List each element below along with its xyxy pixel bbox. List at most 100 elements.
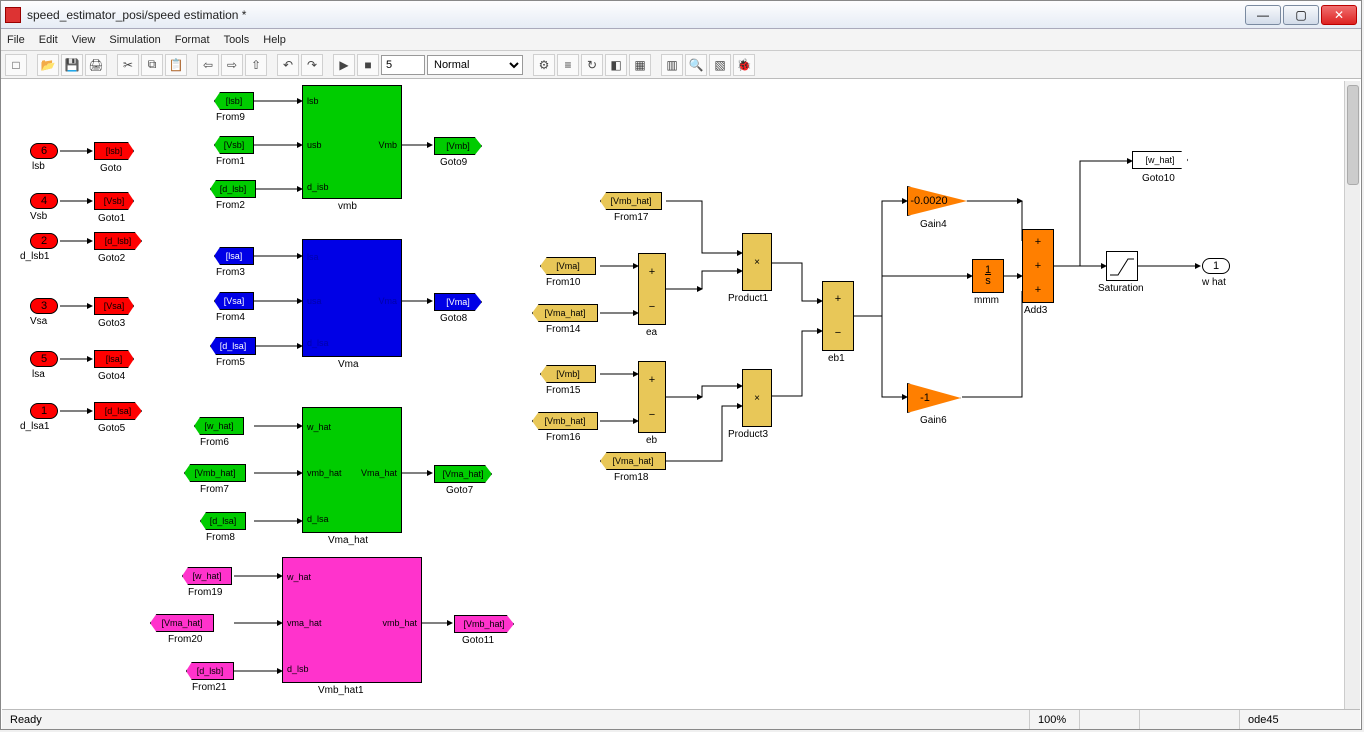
inport-dlsa1[interactable]: 1	[30, 403, 58, 419]
from5-block[interactable]: [d_lsa]	[210, 337, 256, 355]
minimize-button[interactable]: —	[1245, 5, 1281, 25]
from3-block[interactable]: [lsa]	[214, 247, 254, 265]
menu-simulation[interactable]: Simulation	[109, 34, 160, 46]
sum-eb[interactable]: +−	[638, 361, 666, 433]
back-button[interactable]: ⇦	[197, 54, 219, 76]
from6-block[interactable]: [w_hat]	[194, 417, 244, 435]
menu-view[interactable]: View	[72, 34, 96, 46]
inport-vsa[interactable]: 3	[30, 298, 58, 314]
toggle-display-button[interactable]: ▥	[661, 54, 683, 76]
inport-lsa[interactable]: 5	[30, 351, 58, 367]
model-canvas[interactable]: 6 lsb [lsb] Goto 4 Vsb [Vsb] Goto1 2 d_l…	[2, 81, 1344, 709]
menu-help[interactable]: Help	[263, 34, 286, 46]
goto5-block[interactable]: [d_lsa]	[94, 402, 142, 420]
product3-label: Product3	[728, 429, 768, 440]
from8-block[interactable]: [d_lsa]	[200, 512, 246, 530]
inport-dlsb1[interactable]: 2	[30, 233, 58, 249]
debug-button[interactable]: 🐞	[733, 54, 755, 76]
forward-button[interactable]: ⇨	[221, 54, 243, 76]
product1-block[interactable]: ×	[742, 233, 772, 291]
subsys-vma[interactable]: lsa usa d_lsa Vma	[302, 239, 402, 357]
from10-block[interactable]: [Vma]	[540, 257, 596, 275]
scrollbar-thumb[interactable]	[1347, 85, 1359, 185]
outport-what[interactable]: 1	[1202, 258, 1230, 274]
print-button[interactable]: 🖨	[85, 54, 107, 76]
subsys-vmahat-label: Vma_hat	[328, 535, 368, 546]
stop-button[interactable]: ■	[357, 54, 379, 76]
from2-label: From2	[216, 200, 245, 211]
from18-block[interactable]: [Vma_hat]	[600, 452, 666, 470]
undo-button[interactable]: ↶	[277, 54, 299, 76]
goto7-block[interactable]: [Vma_hat]	[434, 465, 492, 483]
from1-block[interactable]: [Vsb]	[214, 136, 254, 154]
goto11-block[interactable]: [Vmb_hat]	[454, 615, 514, 633]
save-button[interactable]: 💾	[61, 54, 83, 76]
sim-mode-select[interactable]: Normal	[427, 55, 523, 75]
menu-tools[interactable]: Tools	[224, 34, 250, 46]
menu-edit[interactable]: Edit	[39, 34, 58, 46]
from2-block[interactable]: [d_lsb]	[210, 180, 256, 198]
from19-label: From19	[188, 587, 222, 598]
goto1-block[interactable]: [Vsb]	[94, 192, 134, 210]
stop-time-input[interactable]	[381, 55, 425, 75]
integrator-block[interactable]: 1s	[972, 259, 1004, 293]
sum-eb1[interactable]: +−	[822, 281, 854, 351]
port-data-types-button[interactable]: 🔍	[685, 54, 707, 76]
subsys-vmb[interactable]: lsb usb d_isb Vmb	[302, 85, 402, 199]
cut-button[interactable]: ✂	[117, 54, 139, 76]
from9-block[interactable]: [lsb]	[214, 92, 254, 110]
goto8-block[interactable]: [Vma]	[434, 293, 482, 311]
goto2-label: Goto2	[98, 253, 125, 264]
status-zoom: 100%	[1030, 710, 1080, 729]
goto2-block[interactable]: [d_lsb]	[94, 232, 142, 250]
library-browser-button[interactable]: ▦	[629, 54, 651, 76]
model-config-button[interactable]: ≡	[557, 54, 579, 76]
subsys-vma-hat[interactable]: w_hat vmb_hat d_lsa Vma_hat	[302, 407, 402, 533]
status-spacer2	[1140, 710, 1240, 729]
titlebar[interactable]: speed_estimator_posi/speed estimation * …	[1, 1, 1361, 29]
from20-block[interactable]: [Vma_hat]	[150, 614, 214, 632]
inport-lsb[interactable]: 6	[30, 143, 58, 159]
model-explorer-button[interactable]: ◧	[605, 54, 627, 76]
product3-block[interactable]: ×	[742, 369, 772, 427]
build-button[interactable]: ⚙	[533, 54, 555, 76]
from7-block[interactable]: [Vmb_hat]	[184, 464, 246, 482]
goto4-block[interactable]: [lsa]	[94, 350, 134, 368]
sum-ea[interactable]: +−	[638, 253, 666, 325]
menu-file[interactable]: File	[7, 34, 25, 46]
close-button[interactable]: ✕	[1321, 5, 1357, 25]
from17-block[interactable]: [Vmb_hat]	[600, 192, 662, 210]
paste-button[interactable]: 📋	[165, 54, 187, 76]
from19-block[interactable]: [w_hat]	[182, 567, 232, 585]
canvas-wrapper: 6 lsb [lsb] Goto 4 Vsb [Vsb] Goto1 2 d_l…	[2, 81, 1360, 709]
refresh-button[interactable]: ↻	[581, 54, 603, 76]
vertical-scrollbar[interactable]	[1344, 81, 1360, 709]
goto10-block[interactable]: [w_hat]	[1132, 151, 1188, 169]
signal-dims-button[interactable]: ▧	[709, 54, 731, 76]
goto-block[interactable]: [lsb]	[94, 142, 134, 160]
from4-block[interactable]: [Vsa]	[214, 292, 254, 310]
goto3-block[interactable]: [Vsa]	[94, 297, 134, 315]
new-model-button[interactable]: □	[5, 54, 27, 76]
gain4-block[interactable]: -0.0020	[907, 186, 967, 216]
open-button[interactable]: 📂	[37, 54, 59, 76]
goto9-block[interactable]: [Vmb]	[434, 137, 482, 155]
from15-block[interactable]: [Vmb]	[540, 365, 596, 383]
from21-block[interactable]: [d_lsb]	[186, 662, 234, 680]
status-solver: ode45	[1240, 710, 1360, 729]
subsys-vmb-hat1[interactable]: w_hat vma_hat d_lsb vmb_hat	[282, 557, 422, 683]
add3-block[interactable]: +++	[1022, 229, 1054, 303]
inport-vsb[interactable]: 4	[30, 193, 58, 209]
gain6-block[interactable]: -1	[907, 383, 961, 413]
up-button[interactable]: ⇧	[245, 54, 267, 76]
run-button[interactable]: ▶	[333, 54, 355, 76]
menu-format[interactable]: Format	[175, 34, 210, 46]
redo-button[interactable]: ↷	[301, 54, 323, 76]
from16-block[interactable]: [Vmb_hat]	[532, 412, 598, 430]
maximize-button[interactable]: ▢	[1283, 5, 1319, 25]
copy-button[interactable]: ⧉	[141, 54, 163, 76]
subsys-vma-label: Vma	[338, 359, 359, 370]
from14-block[interactable]: [Vma_hat]	[532, 304, 598, 322]
saturation-block[interactable]	[1106, 251, 1138, 281]
from15-label: From15	[546, 385, 580, 396]
